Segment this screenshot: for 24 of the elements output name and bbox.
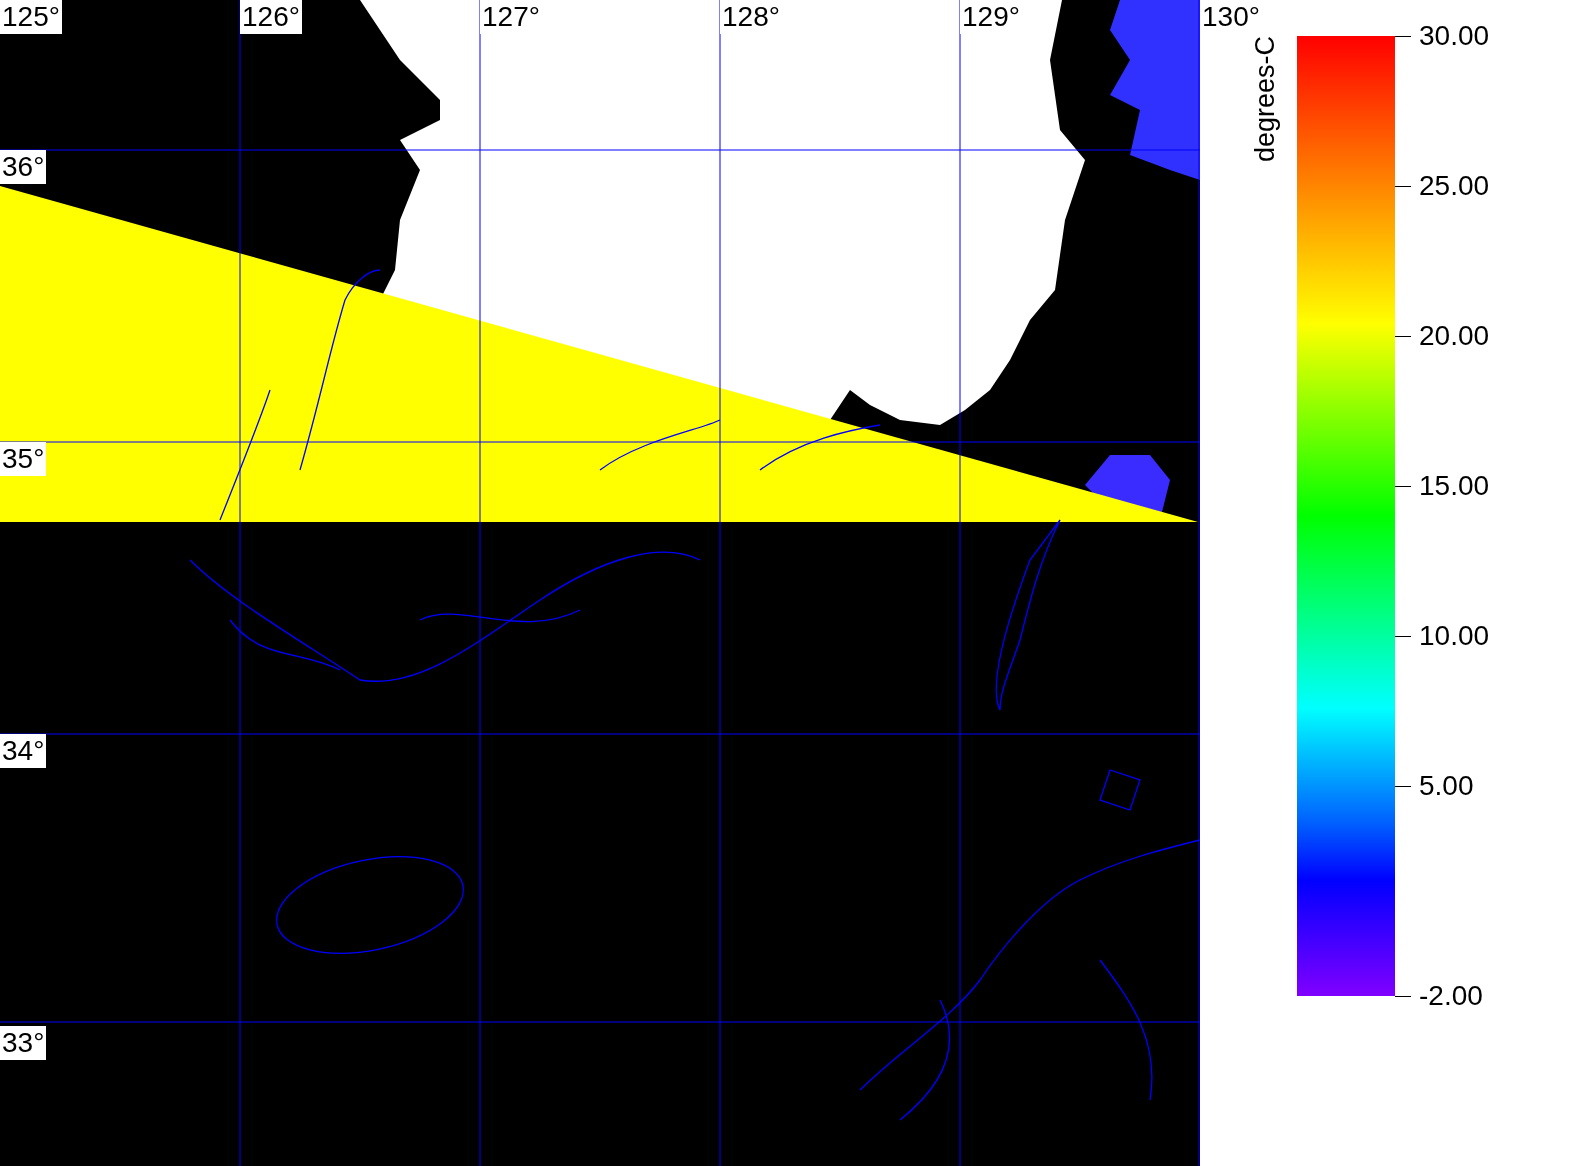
tick-label: 10.00 [1419,620,1490,652]
tick-mark [1395,995,1411,997]
tick-mark [1395,785,1411,787]
longitude-label: 125° [0,0,62,34]
latitude-label: 33° [0,1026,47,1060]
tick-label: 15.00 [1419,470,1490,502]
longitude-label: 127° [480,0,542,34]
latitude-label: 34° [0,734,47,768]
latitude-label: 36° [0,150,47,184]
tick-label: 30.00 [1419,20,1490,52]
tick-label: 20.00 [1419,320,1490,352]
tick-mark [1395,335,1411,337]
latitude-label: 35° [0,442,47,476]
tick-label: 5.00 [1419,770,1474,802]
longitude-label: 126° [240,0,302,34]
tick-mark [1395,635,1411,637]
colorbar-title: degrees-C [1250,36,1281,163]
tick-label: 25.00 [1419,170,1490,202]
tick-mark [1395,185,1411,187]
longitude-label: 128° [720,0,782,34]
tick-label: -2.00 [1419,980,1483,1012]
tick-mark [1395,485,1411,487]
tick-mark [1395,35,1411,37]
longitude-label: 129° [960,0,1022,34]
